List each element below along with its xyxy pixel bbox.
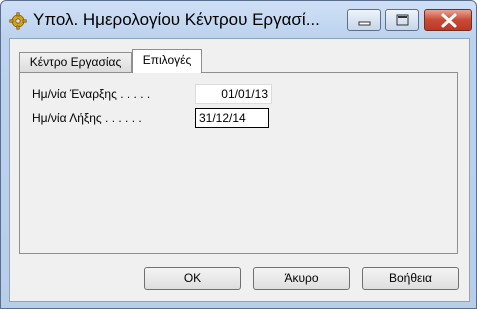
tab-work-center[interactable]: Κέντρο Εργασίας [19,52,132,72]
minimize-icon [358,21,371,26]
close-icon [441,13,457,28]
dialog-body: Κέντρο Εργασίας Επιλογές Ημ/νία Έναρξης … [9,38,470,302]
gear-icon [9,12,27,30]
dialog-window: Υπολ. Ημερολογίου Κέντρου Εργασί... Κέντ… [0,0,477,309]
tab-panel-options: Ημ/νία Έναρξης . . . . . 01/01/13 Ημ/νία… [19,72,458,254]
start-date-label: Ημ/νία Έναρξης . . . . . [32,87,151,101]
maximize-icon [396,14,409,26]
start-date-field[interactable]: 01/01/13 [195,84,272,104]
tab-options[interactable]: Επιλογές [132,49,202,73]
end-date-field[interactable]: 31/12/14 [195,108,269,128]
window-title: Υπολ. Ημερολογίου Κέντρου Εργασί... [33,10,320,29]
title-bar[interactable]: Υπολ. Ημερολογίου Κέντρου Εργασί... [1,1,476,37]
cancel-button[interactable]: Άκυρο [253,267,350,290]
maximize-button[interactable] [385,9,419,31]
minimize-button[interactable] [347,9,381,31]
ok-button[interactable]: OK [144,267,241,290]
close-button[interactable] [424,9,472,31]
end-date-label: Ημ/νία Λήξης . . . . . . [32,111,142,125]
help-button[interactable]: Βοήθεια [362,267,459,290]
